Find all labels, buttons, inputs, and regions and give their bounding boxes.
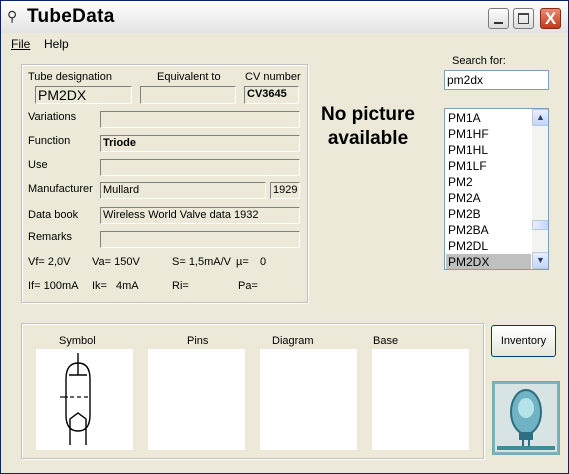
search-label: Search for: xyxy=(452,55,506,67)
databook-label: Data book xyxy=(28,209,79,221)
ik-label: Ik= xyxy=(92,280,107,292)
title-bar[interactable]: ⚲ TubeData X xyxy=(1,1,568,33)
chevron-down-icon: ▼ xyxy=(536,255,545,265)
pins-label: Pins xyxy=(187,335,209,347)
minimize-icon xyxy=(494,22,503,24)
list-item[interactable]: PM1HL xyxy=(446,142,531,158)
scroll-down-button[interactable]: ▼ xyxy=(532,252,548,269)
ik-value: 4mA xyxy=(116,280,139,292)
year-field[interactable]: 1929 xyxy=(270,182,300,199)
use-field[interactable] xyxy=(100,159,300,176)
list-item-selected[interactable]: PM2DX xyxy=(446,254,531,269)
tube-app-icon: ⚲ xyxy=(7,8,18,24)
inventory-button[interactable]: Inventory xyxy=(491,325,556,357)
cv-number-label: CV number xyxy=(245,71,301,83)
variations-label: Variations xyxy=(28,111,77,123)
function-field[interactable]: Triode xyxy=(100,135,300,152)
tube-logo-icon xyxy=(493,382,559,454)
list-item[interactable]: PM1LF xyxy=(446,158,531,174)
maximize-icon xyxy=(518,13,529,24)
tube-list[interactable]: PM1A PM1HF PM1HL PM1LF PM2 PM2A PM2B PM2… xyxy=(444,108,549,270)
base-panel xyxy=(372,349,469,450)
cv-number-field[interactable]: CV3645 xyxy=(244,86,299,104)
main-window: ⚲ TubeData X File Help Tube designation … xyxy=(0,0,569,474)
manufacturer-label: Manufacturer xyxy=(28,183,93,195)
list-scrollbar[interactable]: ▲ ▼ xyxy=(532,109,548,269)
maximize-button[interactable] xyxy=(513,8,534,29)
menu-file[interactable]: File xyxy=(11,37,30,51)
equivalent-label: Equivalent to xyxy=(157,71,221,83)
list-item[interactable]: PM2B xyxy=(446,206,531,222)
window-title: TubeData xyxy=(27,6,115,27)
equivalent-field[interactable] xyxy=(140,86,236,104)
tube-designation-field[interactable]: PM2DX xyxy=(35,86,132,104)
symbol-panel xyxy=(36,349,133,450)
no-picture-placeholder: No picture available xyxy=(321,104,415,149)
list-item[interactable]: PM1A xyxy=(446,110,531,126)
databook-field[interactable]: Wireless World Valve data 1932 xyxy=(100,207,300,224)
remarks-field[interactable] xyxy=(100,231,300,248)
manufacturer-field[interactable]: Mullard xyxy=(100,182,266,199)
diagram-panel xyxy=(260,349,357,450)
vf-value: Vf= 2,0V xyxy=(28,256,71,268)
variations-field[interactable] xyxy=(100,111,300,128)
mu-label: µ= xyxy=(236,256,249,268)
menu-bar: File Help xyxy=(1,34,568,54)
scroll-up-button[interactable]: ▲ xyxy=(532,109,548,126)
list-item[interactable]: PM2DL xyxy=(446,238,531,254)
base-label: Base xyxy=(373,335,399,347)
search-input[interactable]: pm2dx xyxy=(444,70,549,90)
triode-symbol-icon xyxy=(60,353,91,445)
use-label: Use xyxy=(28,159,48,171)
symbol-label: Symbol xyxy=(59,335,96,347)
list-item[interactable]: PM2A xyxy=(446,190,531,206)
list-item[interactable]: PM1HF xyxy=(446,126,531,142)
ri-value: Ri= xyxy=(172,280,189,292)
function-label: Function xyxy=(28,135,71,147)
menu-help[interactable]: Help xyxy=(44,37,69,51)
if-value: If= 100mA xyxy=(28,280,79,292)
pa-value: Pa= xyxy=(238,280,258,292)
s-value: S= 1,5mA/V xyxy=(172,256,232,268)
close-icon: X xyxy=(544,9,557,28)
remarks-label: Remarks xyxy=(28,231,73,243)
minimize-button[interactable] xyxy=(488,8,509,29)
mu-value: 0 xyxy=(260,256,267,268)
va-value: Va= 150V xyxy=(92,256,140,268)
close-button[interactable]: X xyxy=(540,8,561,29)
list-item[interactable]: PM2 xyxy=(446,174,531,190)
diagram-label: Diagram xyxy=(272,335,314,347)
tube-logo-image[interactable] xyxy=(492,381,560,455)
list-item[interactable]: PM2BA xyxy=(446,222,531,238)
chevron-up-icon: ▲ xyxy=(536,112,545,122)
pins-panel xyxy=(148,349,245,450)
tube-designation-label: Tube designation xyxy=(28,71,112,83)
scroll-thumb[interactable] xyxy=(532,220,548,230)
